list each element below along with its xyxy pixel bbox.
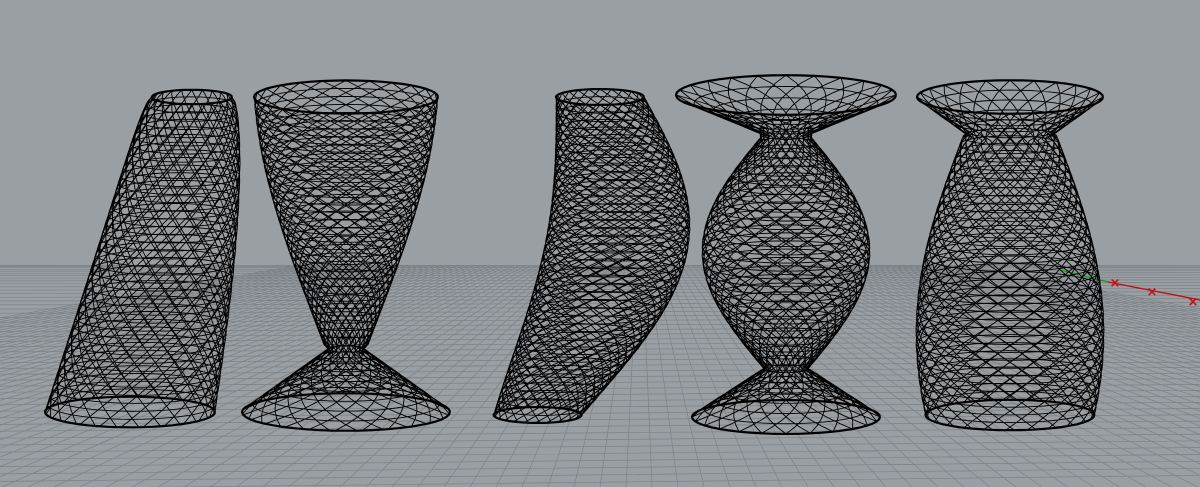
point-marker[interactable]: × bbox=[1147, 285, 1158, 300]
point-marker[interactable]: × bbox=[1188, 295, 1199, 310]
point-marker[interactable]: × bbox=[1110, 276, 1121, 291]
rhino-perspective-viewport[interactable]: × × × bbox=[0, 0, 1200, 487]
base-edge bbox=[43, 395, 217, 429]
viewport-canvas[interactable]: × × × bbox=[0, 0, 1200, 487]
